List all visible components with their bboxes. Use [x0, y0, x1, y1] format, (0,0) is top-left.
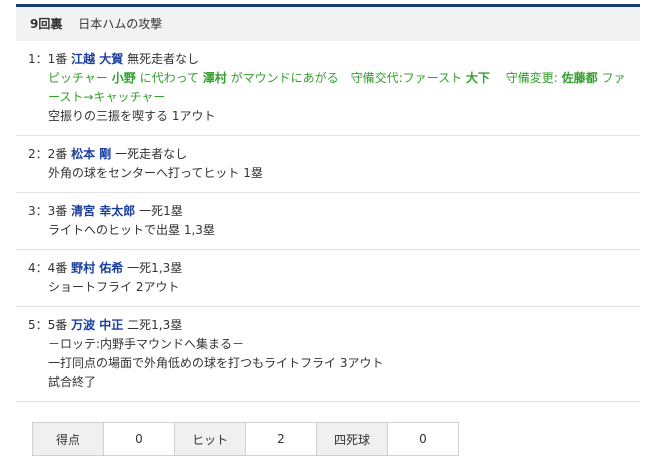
- play-list: 1：1番 江越 大賀 無死走者なし ピッチャー 小野 に代わって 澤村 がマウン…: [16, 41, 640, 402]
- play-result: 空振りの三振を喫する 1アウト: [48, 109, 216, 123]
- runs-value: 0: [103, 422, 175, 456]
- batter-link[interactable]: 野村 佑希: [71, 261, 123, 275]
- batter-link[interactable]: 清宮 幸太郎: [71, 204, 135, 218]
- hits-label: ヒット: [174, 422, 246, 456]
- walks-value: 0: [387, 422, 459, 456]
- walks-label: 四死球: [316, 422, 388, 456]
- sub-text: ピッチャー: [48, 71, 108, 85]
- play-item: 3：3番 清宮 幸太郎 一死1塁 ライトへのヒットで出塁 1,3塁: [16, 193, 640, 250]
- player-name: 澤村: [202, 71, 227, 85]
- hits-value: 2: [245, 422, 317, 456]
- sub-text: に代わって: [139, 71, 199, 85]
- player-name: 小野: [111, 71, 136, 85]
- runner-situation: 一死走者なし: [115, 147, 188, 161]
- batting-order: 3：3番: [28, 204, 68, 218]
- sub-text: がマウンドにあがる 守備交代:ファースト: [230, 71, 463, 85]
- play-by-play-panel: 9回裏 日本ハムの攻撃 1：1番 江越 大賀 無死走者なし ピッチャー 小野 に…: [16, 4, 640, 402]
- play-result: 一打同点の場面で外角低めの球を打つもライトフライ 3アウト: [48, 356, 384, 370]
- player-name: 大下: [465, 71, 490, 85]
- runner-situation: 一死1塁: [139, 204, 183, 218]
- play-result: 外角の球をセンターへ打ってヒット 1塁: [48, 166, 263, 180]
- runs-label: 得点: [32, 422, 104, 456]
- runner-situation: 無死走者なし: [127, 52, 200, 66]
- batting-order: 4：4番: [28, 261, 68, 275]
- play-note: －ロッテ:内野手マウンドへ集まる－: [48, 337, 245, 351]
- inning-label: 9回裏: [30, 17, 63, 31]
- batter-link[interactable]: 万波 中正: [71, 318, 123, 332]
- attack-team-label: 日本ハムの攻撃: [78, 17, 163, 31]
- runner-situation: 一死1,3塁: [127, 261, 183, 275]
- batting-order: 2：2番: [28, 147, 68, 161]
- inning-header: 9回裏 日本ハムの攻撃: [16, 7, 640, 41]
- player-name: 佐藤都: [561, 71, 598, 85]
- inning-stats-table: 得点 0 ヒット 2 四死球 0: [32, 422, 459, 456]
- play-item: 1：1番 江越 大賀 無死走者なし ピッチャー 小野 に代わって 澤村 がマウン…: [16, 41, 640, 136]
- play-item: 2：2番 松本 剛 一死走者なし 外角の球をセンターへ打ってヒット 1塁: [16, 136, 640, 193]
- batting-order: 1：1番: [28, 52, 68, 66]
- batter-link[interactable]: 江越 大賀: [71, 52, 123, 66]
- batting-order: 5：5番: [28, 318, 68, 332]
- batter-link[interactable]: 松本 剛: [71, 147, 111, 161]
- play-result: ライトへのヒットで出塁 1,3塁: [48, 223, 215, 237]
- sub-text: 守備変更:: [493, 71, 558, 85]
- runner-situation: 二死1,3塁: [127, 318, 183, 332]
- play-item: 4：4番 野村 佑希 一死1,3塁 ショートフライ 2アウト: [16, 250, 640, 307]
- game-end-label: 試合終了: [48, 375, 97, 389]
- play-result: ショートフライ 2アウト: [48, 280, 180, 294]
- substitution-note: ピッチャー 小野 に代わって 澤村 がマウンドにあがる 守備交代:ファースト 大…: [28, 69, 628, 107]
- play-item: 5：5番 万波 中正 二死1,3塁 －ロッテ:内野手マウンドへ集まる－ 一打同点…: [16, 307, 640, 402]
